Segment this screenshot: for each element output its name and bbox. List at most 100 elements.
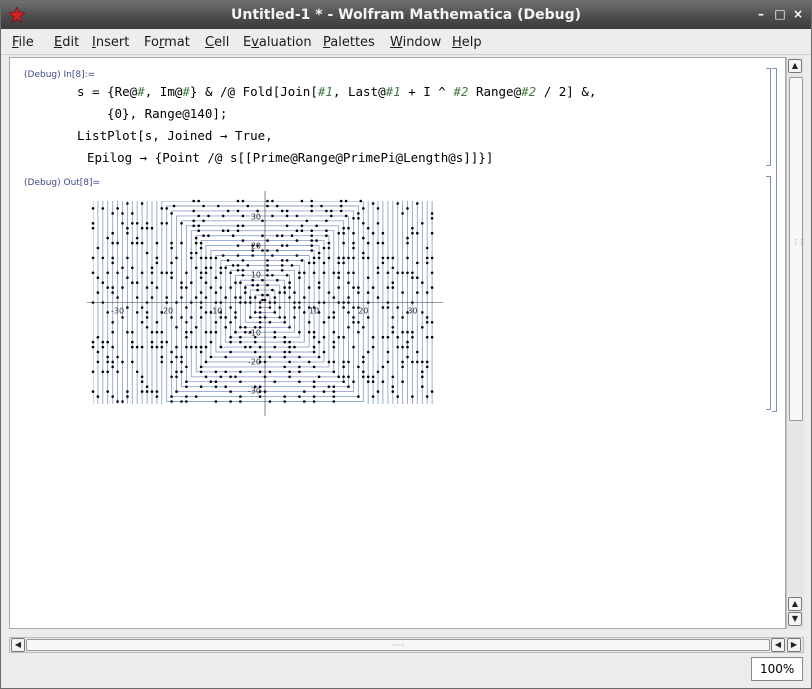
plot-axes	[87, 191, 443, 416]
prime-point	[325, 219, 328, 223]
menu-file[interactable]: File	[12, 35, 34, 50]
prime-point	[303, 271, 306, 275]
prime-point	[126, 395, 129, 398]
scroll-left-button[interactable]: ◀	[11, 638, 25, 652]
prime-point	[406, 355, 409, 359]
spiral-list-plot[interactable]: -30 -20 -10 10 20 30 30 20 10 -10 -20 -30	[85, 191, 445, 416]
prime-point	[310, 239, 313, 242]
prime-point	[226, 209, 230, 213]
prime-point	[180, 370, 183, 374]
prime-point	[396, 395, 400, 398]
scroll-down-button[interactable]: ▼	[788, 612, 802, 626]
input-cell-bracket[interactable]	[766, 68, 771, 166]
prime-point	[224, 316, 227, 319]
prime-point	[327, 291, 331, 294]
prime-point	[401, 271, 404, 275]
prime-point	[283, 400, 286, 403]
prime-point	[155, 345, 159, 349]
prime-point	[140, 226, 144, 230]
prime-point	[261, 234, 264, 237]
prime-point	[199, 365, 203, 369]
scroll-right-button[interactable]: ▶	[787, 638, 801, 652]
prime-point	[221, 214, 225, 218]
horizontal-scroll-thumb[interactable]: ⋯⋯	[26, 639, 770, 651]
prime-point	[244, 286, 247, 289]
prime-point	[376, 370, 380, 374]
prime-point	[268, 306, 272, 309]
prime-point	[327, 316, 331, 319]
maximize-button[interactable]: □	[772, 6, 788, 22]
prime-point	[421, 326, 424, 329]
prime-point	[310, 234, 313, 237]
code-token: / 2] &,	[536, 84, 597, 99]
code-line-1[interactable]: s = {Re@#, Im@#} & /@ Fold[Join[#1, Last…	[77, 84, 596, 99]
prime-point	[229, 340, 232, 344]
zoom-menu[interactable]: 100%	[751, 657, 803, 681]
menu-palettes[interactable]: Palettes	[323, 35, 375, 50]
menu-help[interactable]: Help	[452, 35, 482, 50]
prime-point	[332, 311, 336, 314]
scroll-left-button-right[interactable]: ◀	[771, 638, 785, 652]
menu-evaluation[interactable]: Evaluation	[243, 35, 312, 50]
prime-point	[199, 241, 203, 245]
prime-point	[312, 350, 316, 354]
code-line-2[interactable]: {0}, Range@140];	[107, 106, 227, 121]
prime-point	[381, 380, 385, 383]
horizontal-scrollbar[interactable]: ◀ ⋯⋯ ◀ ▶	[9, 637, 804, 653]
menu-format[interactable]: Format	[144, 35, 190, 50]
prime-point	[180, 281, 183, 284]
notebook-area[interactable]: (Debug) In[8]:= s = {Re@#, Im@#} & /@ Fo…	[9, 57, 786, 629]
prime-point	[135, 281, 139, 284]
prime-point	[322, 390, 326, 393]
prime-point	[273, 296, 277, 299]
prime-point	[327, 256, 331, 260]
prime-point	[131, 360, 134, 364]
code-line-3[interactable]: ListPlot[s, Joined → True,	[77, 128, 273, 143]
prime-point	[315, 239, 318, 242]
prime-point	[283, 286, 286, 289]
prime-point	[303, 400, 306, 403]
menu-edit[interactable]: Edit	[54, 35, 79, 50]
prime-point	[332, 400, 336, 403]
title-bar[interactable]: Untitled-1 * - Wolfram Mathematica (Debu…	[1, 1, 811, 29]
prime-point	[376, 222, 380, 225]
code-line-4[interactable]: Epilog → {Point /@ s[[Prime@Range@PrimeP…	[87, 150, 493, 165]
prime-point	[258, 395, 262, 398]
prime-point	[332, 385, 336, 388]
menu-cell[interactable]: Cell	[205, 35, 229, 50]
prime-point	[266, 293, 269, 297]
scroll-up-button[interactable]: ▲	[788, 59, 802, 73]
group-cell-bracket[interactable]	[772, 68, 777, 412]
vertical-scroll-thumb[interactable]: ⋮⋮	[789, 77, 805, 421]
prime-point	[352, 231, 355, 235]
prime-point	[332, 370, 336, 374]
prime-point	[261, 278, 264, 282]
prime-points	[91, 199, 434, 403]
scroll-up-button-lower[interactable]: ▲	[788, 597, 802, 611]
prime-point	[236, 229, 240, 232]
vertical-scrollbar[interactable]: ▲ ⋮⋮ ▲ ▼	[786, 57, 805, 629]
prime-point	[145, 311, 149, 314]
prime-point	[170, 316, 173, 319]
prime-point	[342, 226, 345, 230]
prime-point	[175, 256, 178, 260]
prime-point	[131, 330, 134, 334]
prime-point	[261, 219, 264, 223]
output-cell-bracket[interactable]	[766, 176, 771, 410]
prime-point	[376, 271, 380, 275]
prime-point	[332, 360, 336, 364]
minimize-button[interactable]: –	[753, 6, 769, 22]
prime-point	[276, 204, 279, 208]
prime-point	[251, 283, 254, 287]
menu-insert[interactable]: Insert	[92, 35, 129, 50]
prime-point	[121, 212, 124, 215]
prime-point	[273, 335, 277, 339]
close-button[interactable]: ×	[790, 6, 806, 22]
prime-point	[288, 345, 291, 349]
prime-point	[266, 259, 269, 262]
prime-point	[317, 375, 321, 379]
menu-window[interactable]: Window	[390, 35, 441, 50]
prime-point	[401, 345, 404, 349]
menu-bar: File Edit Insert Format Cell Evaluation …	[1, 29, 811, 55]
prime-point	[332, 340, 336, 344]
